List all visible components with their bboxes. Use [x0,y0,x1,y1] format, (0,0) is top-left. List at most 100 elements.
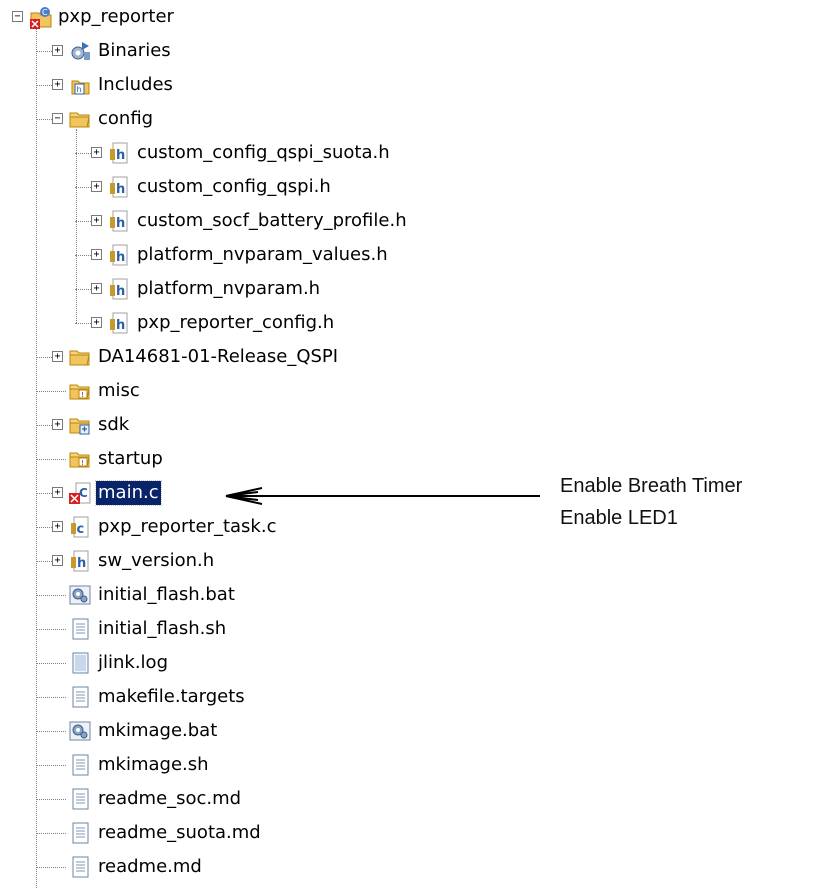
tree-item-label: initial_flash.sh [98,618,227,639]
tree-item-startup[interactable]: ! startup [0,445,540,473]
tree-item-label: pxp_reporter [58,6,174,27]
expand-toggle-icon[interactable]: + [52,555,63,566]
collapse-toggle-icon[interactable]: − [52,113,63,124]
tree-item-label: custom_config_qspi_suota.h [137,142,390,163]
tree-item-label: main.c [95,480,162,506]
expand-toggle-icon[interactable]: + [91,181,102,192]
text-file-icon [68,821,92,845]
tree-item-makefile-targets[interactable]: makefile.targets [0,683,540,711]
tree-connector [36,731,66,732]
tree-item-pxp-reporter[interactable]: − C pxp_reporter [0,3,540,31]
tree-connector [36,629,66,630]
expand-toggle-icon[interactable]: + [91,283,102,294]
tree-item-platform-nvparam-h[interactable]: + h platform_nvparam.h [0,275,540,303]
tree-connector [36,833,66,834]
tree-item-main-c[interactable]: + C main.c [0,479,540,507]
tree-item-label: readme.md [98,856,202,877]
expand-toggle-icon[interactable]: + [52,79,63,90]
log-file-icon [68,651,92,675]
svg-text:C: C [42,8,48,17]
tree-item-pxp-reporter-config-h[interactable]: + h pxp_reporter_config.h [0,309,540,337]
tree-item-initial-flash-sh[interactable]: initial_flash.sh [0,615,540,643]
text-file-icon [68,685,92,709]
tree-item-label: config [98,108,154,129]
tree-item-label: DA14681-01-Release_QSPI [98,346,339,367]
expand-toggle-icon[interactable]: + [52,45,63,56]
svg-text:!: ! [81,391,84,399]
project-c-error-icon: C [28,5,52,29]
tree-item-label: Includes [98,74,173,95]
expand-toggle-icon[interactable]: + [52,521,63,532]
svg-text:h: h [116,318,125,333]
tree-item-custom-socf-battery-profile-h[interactable]: + h custom_socf_battery_profile.h [0,207,540,235]
tree-item-sdk[interactable]: + sdk [0,411,540,439]
tree-item-pxp-reporter-task-c[interactable]: + c pxp_reporter_task.c [0,513,540,541]
tree-item-label: custom_socf_battery_profile.h [137,210,407,231]
header-file-icon: h [107,311,131,335]
tree-item-sw-version-h[interactable]: + h sw_version.h [0,547,540,575]
header-file-icon: h [107,175,131,199]
tree-item-readme-suota-md[interactable]: readme_suota.md [0,819,540,847]
tree-connector [36,697,66,698]
expand-toggle-icon[interactable]: + [52,419,63,430]
tree-item-da14681-01-release-qspi[interactable]: + DA14681-01-Release_QSPI [0,343,540,371]
tree-item-misc[interactable]: ! misc [0,377,540,405]
expand-toggle-icon[interactable]: + [52,487,63,498]
tree-item-mkimage-bat[interactable]: mkimage.bat [0,717,540,745]
source-folder-icon [68,413,92,437]
svg-text:!: ! [81,459,84,467]
callout-line-1: Enable Breath Timer [560,475,743,497]
tree-connector [36,867,66,868]
tree-item-custom-config-qspi-suota-h[interactable]: + h custom_config_qspi_suota.h [0,139,540,167]
callout-line-2: Enable LED1 [560,507,678,529]
svg-text:C: C [79,486,88,500]
includes-icon: h [68,73,92,97]
batch-file-icon [68,719,92,743]
c-file-icon: c [68,515,92,539]
svg-text:h: h [77,556,86,571]
tree-item-label: makefile.targets [98,686,245,707]
svg-text:h: h [116,148,125,163]
binaries-icon [68,39,92,63]
header-file-icon: h [107,141,131,165]
text-file-icon [68,855,92,879]
tree-connector [36,595,66,596]
tree-item-label: Binaries [98,40,171,61]
expand-toggle-icon[interactable]: + [91,249,102,260]
tree-item-label: jlink.log [98,652,168,673]
tree-item-mkimage-sh[interactable]: mkimage.sh [0,751,540,779]
expand-toggle-icon[interactable]: + [91,147,102,158]
tree-item-custom-config-qspi-h[interactable]: + h custom_config_qspi.h [0,173,540,201]
svg-text:h: h [116,182,125,197]
linked-folder-icon: ! [68,447,92,471]
tree-connector [36,799,66,800]
tree-item-label: platform_nvparam.h [137,278,321,299]
header-file-icon: h [68,549,92,573]
svg-text:h: h [77,85,82,94]
svg-text:h: h [116,284,125,299]
expand-toggle-icon[interactable]: + [52,351,63,362]
tree-item-config[interactable]: − config [0,105,540,133]
tree-connector [36,459,66,460]
project-explorer-tree: − C pxp_reporter + Binaries + h Includes − … [0,0,560,890]
tree-item-binaries[interactable]: + Binaries [0,37,540,65]
c-file-error-icon: C [68,481,92,505]
tree-item-platform-nvparam-values-h[interactable]: + h platform_nvparam_values.h [0,241,540,269]
tree-item-label: pxp_reporter_task.c [98,516,277,537]
tree-item-readme-soc-md[interactable]: readme_soc.md [0,785,540,813]
tree-item-label: sw_version.h [98,550,215,571]
svg-text:h: h [116,250,125,265]
collapse-toggle-icon[interactable]: − [12,11,23,22]
tree-item-jlink-log[interactable]: jlink.log [0,649,540,677]
expand-toggle-icon[interactable]: + [91,317,102,328]
expand-toggle-icon[interactable]: + [91,215,102,226]
tree-connector [36,663,66,664]
tree-item-label: sdk [98,414,130,435]
tree-item-label: readme_suota.md [98,822,261,843]
tree-item-readme-md[interactable]: readme.md [0,853,540,881]
tree-item-initial-flash-bat[interactable]: initial_flash.bat [0,581,540,609]
batch-file-icon [68,583,92,607]
tree-item-label: platform_nvparam_values.h [137,244,388,265]
header-file-icon: h [107,277,131,301]
tree-item-includes[interactable]: + h Includes [0,71,540,99]
